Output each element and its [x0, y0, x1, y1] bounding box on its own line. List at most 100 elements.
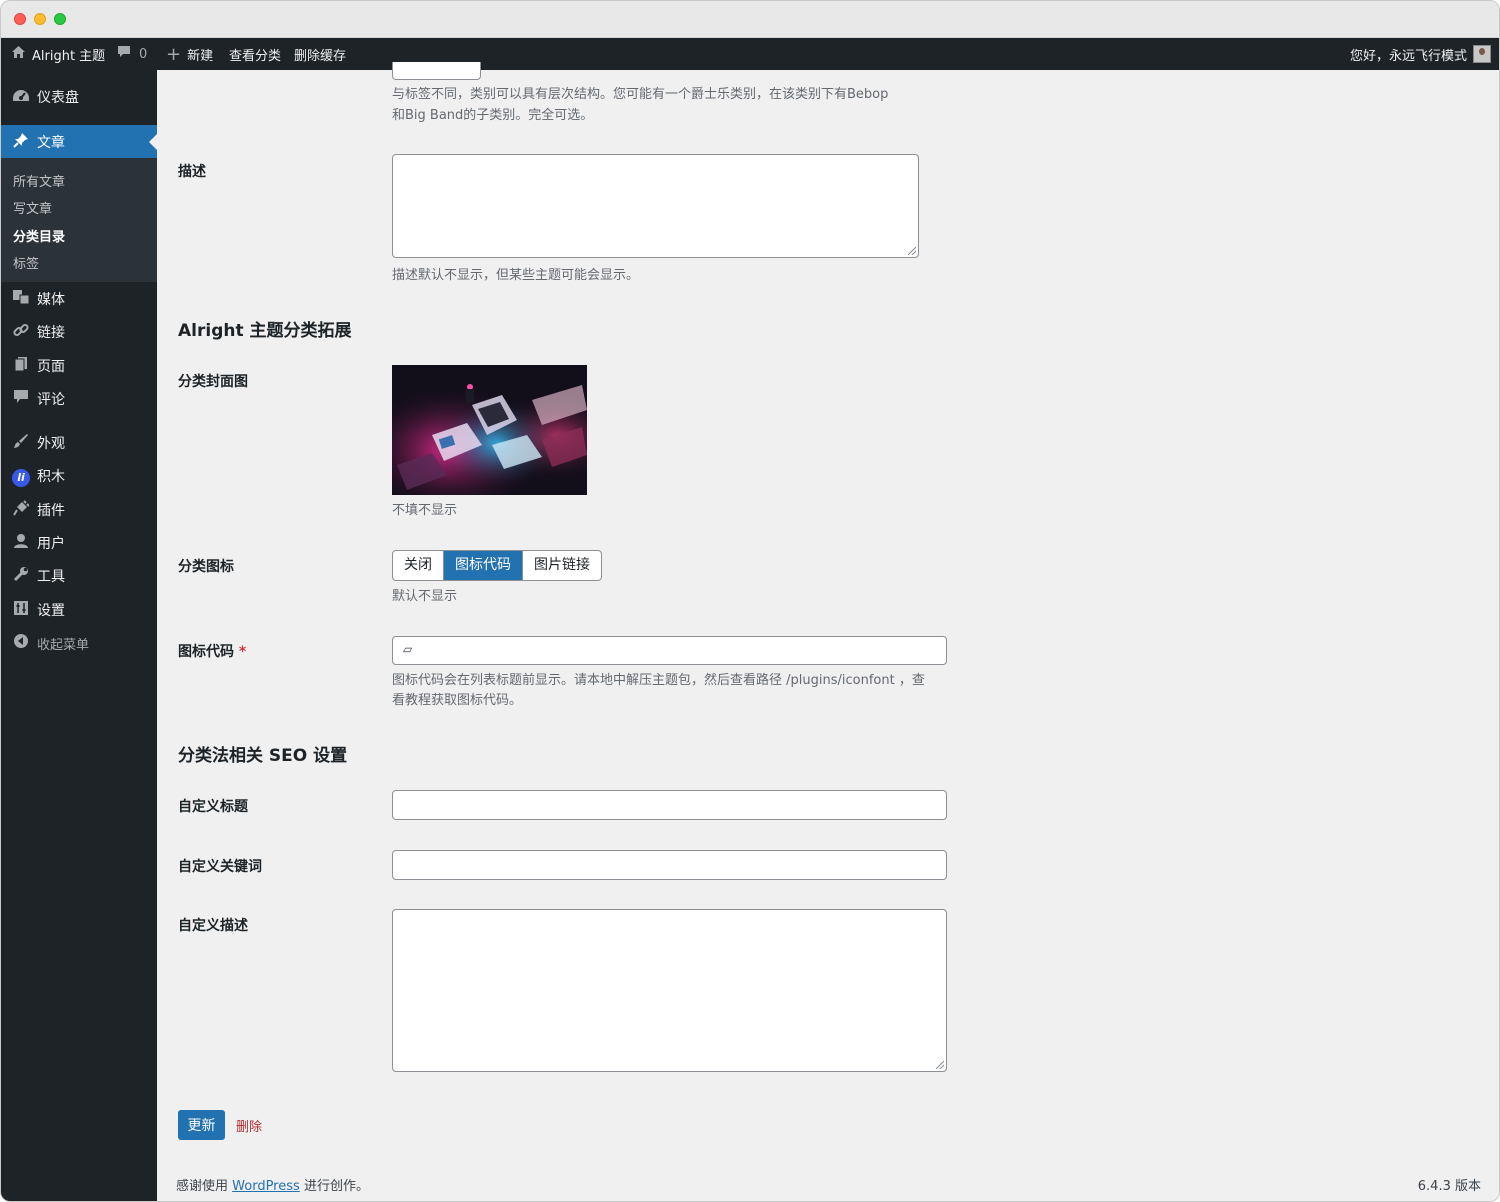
menu-posts-label: 文章	[37, 135, 65, 151]
seo-title-input[interactable]	[392, 790, 947, 820]
clear-cache-link[interactable]: 删除缓存	[294, 38, 346, 70]
jimu-logo-icon: li	[1, 466, 37, 487]
submenu-all-posts[interactable]: 所有文章	[13, 171, 65, 190]
dashboard-icon	[1, 88, 37, 107]
submenu-tags[interactable]: 标签	[13, 253, 39, 272]
delete-link[interactable]: 删除	[236, 1116, 262, 1135]
collapse-menu-label: 收起菜单	[37, 637, 90, 653]
view-category-link[interactable]: 查看分类	[229, 38, 281, 70]
update-button[interactable]: 更新	[178, 1110, 225, 1140]
icon-code-input[interactable]: ▱	[392, 636, 947, 665]
seo-description-label: 自定义描述	[178, 918, 248, 934]
menu-posts[interactable]: 文章	[1, 125, 157, 159]
menu-dashboard-label: 仪表盘	[37, 90, 79, 106]
menu-jimu[interactable]: li 积木	[1, 459, 157, 493]
avatar	[1473, 45, 1491, 63]
icon-code-help-line-2: 看教程获取图标代码。	[392, 693, 523, 708]
menu-appearance[interactable]: 外观	[1, 426, 157, 460]
collapse-arrow-icon	[1, 633, 37, 653]
cover-help: 不填不显示	[392, 503, 458, 518]
icon-code-help-line-1: 图标代码会在列表标题前显示。请本地中解压主题包，然后查看路径 /plugins/…	[392, 673, 925, 688]
menu-jimu-label: 积木	[37, 469, 65, 485]
menu-pages[interactable]: 页面	[1, 349, 157, 383]
parent-help-line-1: 与标签不同，类别可以具有层次结构。您可能有一个爵士乐类别，在该类别下有Bebop	[392, 87, 889, 102]
menu-tools[interactable]: 工具	[1, 559, 157, 593]
admin-bar-comments[interactable]: 0	[117, 38, 147, 70]
description-help: 描述默认不显示，但某些主题可能会显示。	[392, 268, 640, 283]
footer-thanks-prefix: 感谢使用	[176, 1179, 229, 1194]
menu-plugins[interactable]: 插件	[1, 493, 157, 527]
home-icon	[11, 45, 26, 63]
brush-icon	[1, 433, 37, 453]
category-cover-image[interactable]	[392, 365, 587, 495]
theme-extension-section-title: Alright 主题分类拓展	[178, 321, 352, 341]
user-icon	[1, 533, 37, 553]
icon-mode-code[interactable]: 图标代码	[444, 551, 523, 580]
menu-pages-label: 页面	[37, 359, 65, 375]
menu-users-label: 用户	[37, 536, 65, 552]
menu-links[interactable]: 链接	[1, 315, 157, 349]
icon-code-label: 图标代码 *	[178, 641, 246, 661]
required-mark: *	[238, 644, 247, 660]
seo-description-textarea[interactable]	[392, 909, 947, 1072]
pushpin-icon	[1, 132, 37, 152]
submenu-write-post[interactable]: 写文章	[13, 198, 52, 217]
menu-appearance-label: 外观	[37, 436, 65, 452]
seo-title-label: 自定义标题	[178, 799, 248, 815]
media-icon	[1, 289, 37, 309]
seo-section-title: 分类法相关 SEO 设置	[178, 746, 348, 766]
menu-plugins-label: 插件	[37, 503, 65, 519]
comment-bubble-icon	[117, 45, 131, 63]
icon-code-label-text: 图标代码	[178, 644, 234, 660]
parent-help-line-2: 和Big Band的子类别。完全可选。	[392, 108, 594, 123]
icon-mode-toggle: 关闭 图标代码 图片链接	[392, 550, 602, 581]
description-label: 描述	[178, 164, 206, 180]
plug-icon	[1, 500, 37, 520]
cover-label: 分类封面图	[178, 374, 248, 390]
close-window-button[interactable]	[14, 13, 26, 25]
browser-window: Alright 主题 0 + 新建 查看分类 删除缓存 您好，永远飞行模式 仪表…	[0, 0, 1500, 1202]
seo-keywords-input[interactable]	[392, 850, 947, 880]
comment-count: 0	[139, 46, 148, 62]
icon-help: 默认不显示	[392, 589, 458, 604]
menu-tools-label: 工具	[37, 569, 65, 585]
icon-label: 分类图标	[178, 559, 234, 575]
site-name: Alright 主题	[32, 48, 106, 64]
menu-settings[interactable]: 设置	[1, 593, 157, 627]
icon-code-value: ▱	[403, 642, 413, 656]
menu-dashboard[interactable]: 仪表盘	[1, 80, 157, 114]
comment-icon	[1, 389, 37, 409]
maximize-window-button[interactable]	[54, 13, 66, 25]
seo-keywords-label: 自定义关键词	[178, 859, 262, 875]
edit-category-form: 父级分类 与标签不同，类别可以具有层次结构。您可能有一个爵士乐类别，在该类别下有…	[157, 60, 1499, 1201]
menu-settings-label: 设置	[37, 603, 65, 619]
account-menu[interactable]: 您好，永远飞行模式	[1350, 38, 1491, 70]
greeting: 您好，永远飞行模式	[1349, 48, 1467, 64]
icon-mode-image-link[interactable]: 图片链接	[523, 551, 601, 580]
icon-mode-off[interactable]: 关闭	[393, 551, 444, 580]
wrench-icon	[1, 566, 37, 586]
menu-comments[interactable]: 评论	[1, 382, 157, 416]
sliders-icon	[1, 600, 37, 620]
menu-media-label: 媒体	[37, 292, 65, 308]
menu-comments-label: 评论	[37, 392, 65, 408]
posts-submenu: 所有文章 写文章 分类目录 标签	[1, 158, 157, 282]
footer-credit: 感谢使用 WordPress 进行创作。	[176, 1175, 369, 1194]
admin-bar-site[interactable]: Alright 主题	[11, 38, 105, 70]
menu-links-label: 链接	[37, 325, 65, 341]
minimize-window-button[interactable]	[34, 13, 46, 25]
description-textarea[interactable]	[392, 154, 919, 258]
admin-sidebar: 仪表盘 文章 所有文章 写文章 分类目录 标签 媒体 链接 页面 评论 外观 l…	[1, 70, 157, 1201]
parent-category-select[interactable]	[392, 62, 481, 80]
wordpress-link[interactable]: WordPress	[232, 1179, 300, 1194]
footer-version: 6.4.3 版本	[1417, 1179, 1481, 1194]
footer-thanks-suffix: 进行创作。	[303, 1179, 369, 1194]
link-icon	[1, 322, 37, 342]
page-icon	[1, 356, 37, 376]
submenu-categories[interactable]: 分类目录	[13, 226, 65, 245]
menu-media[interactable]: 媒体	[1, 282, 157, 316]
window-titlebar	[1, 1, 1499, 38]
collapse-menu-button[interactable]: 收起菜单	[1, 626, 157, 660]
parent-category-label-cut: 父级分类	[178, 60, 234, 72]
menu-users[interactable]: 用户	[1, 526, 157, 560]
